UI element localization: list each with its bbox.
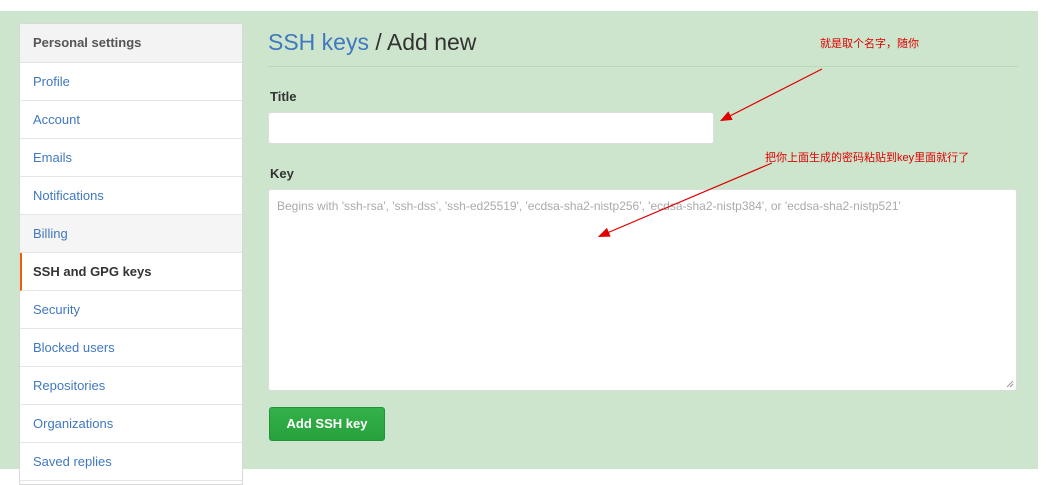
sidebar-header: Personal settings xyxy=(20,24,242,63)
settings-sidebar: Personal settings Profile Account Emails… xyxy=(19,23,243,485)
sidebar-item-organizations[interactable]: Organizations xyxy=(20,405,242,443)
breadcrumb-ssh-keys-link[interactable]: SSH keys xyxy=(268,29,369,55)
sidebar-item-blocked-users[interactable]: Blocked users xyxy=(20,329,242,367)
annotation-key-note: 把你上面生成的密码粘贴到key里面就行了 xyxy=(765,152,970,164)
sidebar-item-billing[interactable]: Billing xyxy=(20,215,242,253)
sidebar-item-repositories[interactable]: Repositories xyxy=(20,367,242,405)
key-textarea[interactable]: Begins with 'ssh-rsa', 'ssh-dss', 'ssh-e… xyxy=(268,189,1017,391)
resize-grip-icon[interactable] xyxy=(1006,380,1014,388)
sidebar-item-ssh-gpg-keys[interactable]: SSH and GPG keys xyxy=(20,253,242,291)
breadcrumb-current: / Add new xyxy=(368,29,477,55)
sidebar-item-profile[interactable]: Profile xyxy=(20,63,242,101)
key-label: Key xyxy=(270,166,294,181)
title-input[interactable] xyxy=(268,112,714,144)
add-ssh-key-button[interactable]: Add SSH key xyxy=(269,407,385,441)
sidebar-item-account[interactable]: Account xyxy=(20,101,242,139)
title-divider xyxy=(268,66,1018,67)
sidebar-item-notifications[interactable]: Notifications xyxy=(20,177,242,215)
sidebar-item-saved-replies[interactable]: Saved replies xyxy=(20,443,242,481)
title-label: Title xyxy=(270,89,297,104)
sidebar-item-emails[interactable]: Emails xyxy=(20,139,242,177)
page-title: SSH keys / Add new xyxy=(268,29,476,56)
annotation-title-note: 就是取个名字，随你 xyxy=(820,38,919,50)
key-placeholder: Begins with 'ssh-rsa', 'ssh-dss', 'ssh-e… xyxy=(277,199,901,213)
sidebar-item-security[interactable]: Security xyxy=(20,291,242,329)
